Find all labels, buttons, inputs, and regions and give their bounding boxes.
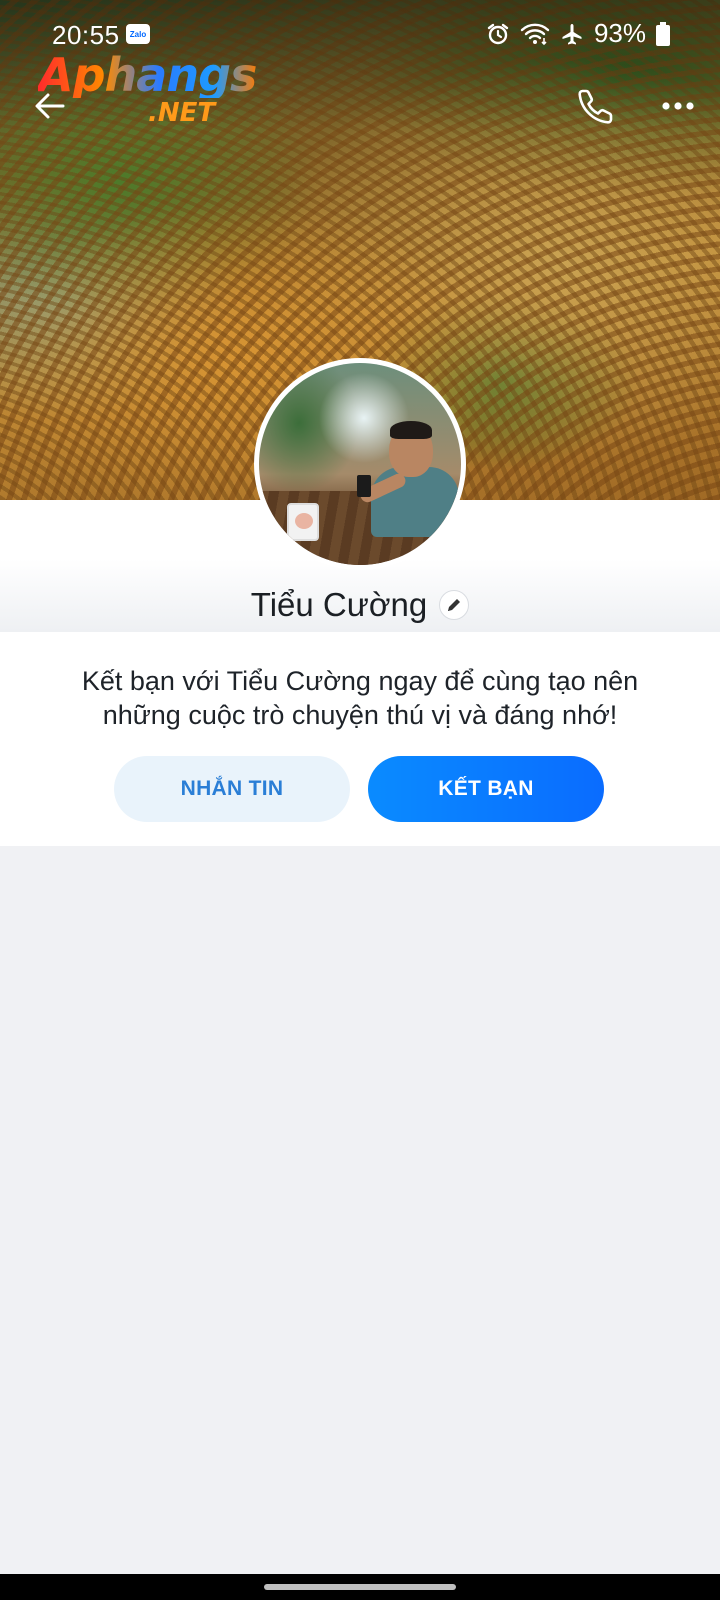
status-icons: 93% [486, 18, 670, 49]
avatar-photo [259, 363, 461, 565]
more-dots-icon [662, 102, 694, 110]
back-button[interactable] [24, 80, 76, 132]
profile-name: Tiểu Cường [250, 586, 428, 623]
system-nav-bar [0, 1574, 720, 1600]
call-button[interactable] [568, 78, 624, 134]
add-friend-button[interactable]: KẾT BẠN [368, 756, 604, 822]
phone-icon [578, 89, 613, 124]
more-button[interactable] [650, 82, 706, 130]
invite-message: Kết bạn với Tiểu Cường ngay để cùng tạo … [81, 666, 639, 730]
alarm-icon [486, 22, 510, 46]
avatar[interactable] [254, 358, 466, 570]
airplane-mode-icon [560, 22, 584, 46]
friend-invite-card: Kết bạn với Tiểu Cường ngay để cùng tạo … [0, 632, 720, 846]
battery-icon [656, 21, 670, 46]
pencil-icon[interactable] [439, 590, 470, 620]
wifi-icon [520, 22, 550, 46]
message-button[interactable]: NHẮN TIN [114, 756, 350, 822]
status-time: 20:55 [52, 20, 120, 50]
profile-screen: 20:55 Zalo 93% Aphangs .NET Tiểu Cường K… [0, 0, 720, 1600]
zalo-notification-icon: Zalo [126, 24, 150, 44]
profile-name-row: Tiểu Cường [0, 580, 720, 630]
content-area [0, 846, 720, 1574]
battery-percent: 93% [593, 18, 646, 48]
watermark-sub: .NET [148, 98, 216, 128]
home-indicator[interactable] [264, 1584, 456, 1590]
back-arrow-icon [35, 93, 65, 119]
